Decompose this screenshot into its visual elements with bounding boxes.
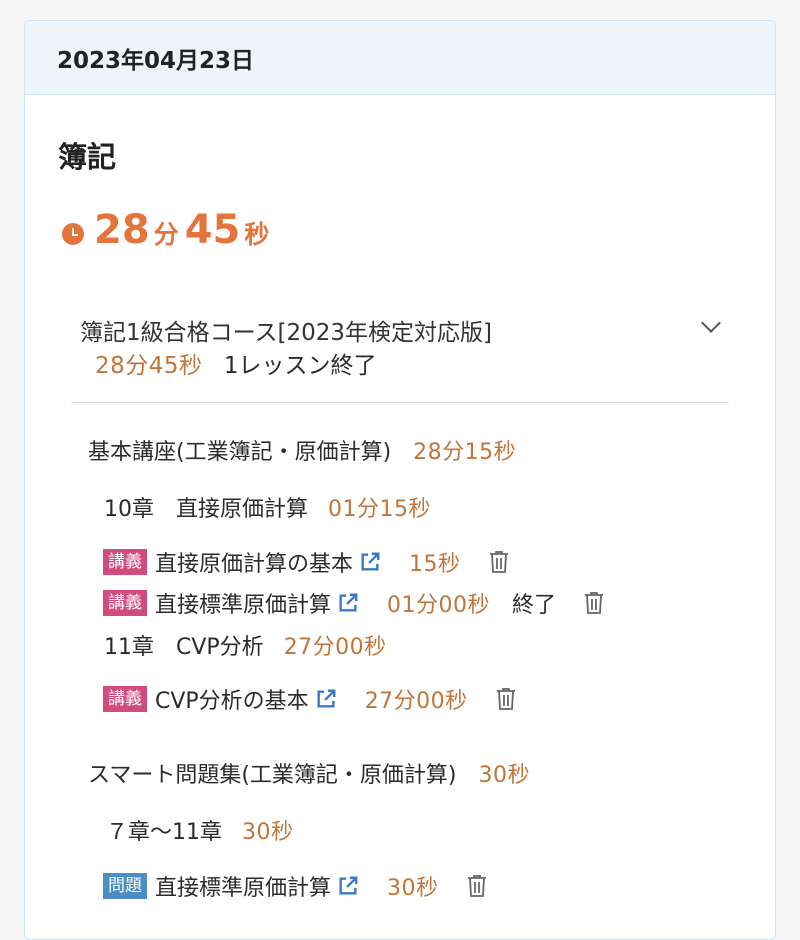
clock-icon (62, 223, 84, 245)
seconds-unit: 秒 (244, 220, 270, 249)
lesson-title[interactable]: CVP分析の基本 (155, 683, 309, 715)
lecture-badge: 講義 (103, 590, 147, 616)
chapter-label: ７章〜11章 (106, 820, 222, 845)
lesson-time: 01分00秒 (387, 593, 491, 618)
chapter-title: 11章 CVP分析 27分00秒 (104, 629, 387, 661)
total-time: 28 分 45 秒 (62, 207, 275, 253)
card-header: 2023年04月23日 (25, 21, 775, 95)
section-title: スマート問題集(工業簿記・原価計算) 30秒 (88, 757, 530, 789)
total-seconds: 45 (184, 207, 241, 253)
course-status: 1レッスン終了 (223, 353, 377, 379)
chevron-down-icon[interactable] (693, 309, 729, 345)
external-link-icon[interactable] (315, 688, 337, 710)
chapter-time: 30秒 (242, 820, 294, 845)
lecture-badge: 講義 (103, 686, 147, 712)
lesson-title[interactable]: 直接標準原価計算 (155, 870, 331, 902)
external-link-icon[interactable] (359, 551, 381, 573)
date-heading: 2023年04月23日 (57, 47, 255, 74)
section-time: 28分15秒 (413, 440, 517, 465)
total-minutes: 28 (94, 207, 150, 253)
chapter-title: 10章 直接原価計算 01分15秒 (104, 491, 431, 523)
lesson-time: 27分00秒 (364, 689, 468, 714)
external-link-icon[interactable] (337, 875, 359, 897)
course-summary: 28分45秒 1レッスン終了 (95, 346, 377, 380)
chapter-label: 10章 直接原価計算 (104, 497, 308, 522)
chapter-title: ７章〜11章 30秒 (106, 814, 294, 846)
study-log-card: 2023年04月23日 簿記 28 分 45 秒 簿記1級合格コース[2023年… (24, 20, 776, 940)
lesson-title[interactable]: 直接原価計算の基本 (155, 546, 353, 578)
question-badge: 問題 (103, 873, 147, 899)
external-link-icon[interactable] (337, 592, 359, 614)
section-label: スマート問題集(工業簿記・原価計算) (88, 763, 457, 788)
trash-icon[interactable] (496, 687, 516, 711)
lesson-status: 終了 (512, 593, 557, 618)
course-time: 28分45秒 (95, 353, 203, 379)
lesson-row: 問題 直接標準原価計算 30秒 (103, 870, 487, 902)
lesson-row: 講義 直接標準原価計算 01分00秒 終了 (103, 587, 604, 619)
trash-icon[interactable] (489, 550, 509, 574)
chapter-time: 27分00秒 (283, 635, 387, 660)
minutes-unit: 分 (153, 220, 179, 249)
section-title: 基本講座(工業簿記・原価計算) 28分15秒 (88, 434, 516, 466)
section-time: 30秒 (478, 763, 531, 788)
lesson-row: 講義 直接原価計算の基本 15秒 (103, 546, 509, 578)
trash-icon[interactable] (584, 591, 604, 615)
section-label: 基本講座(工業簿記・原価計算) (88, 440, 392, 465)
lesson-time: 30秒 (387, 876, 439, 901)
subject-title: 簿記 (58, 140, 117, 174)
divider (71, 402, 729, 403)
lesson-row: 講義 CVP分析の基本 27分00秒 (103, 683, 516, 715)
chapter-time: 01分15秒 (328, 497, 431, 522)
chapter-label: 11章 CVP分析 (104, 635, 264, 660)
course-title[interactable]: 簿記1級合格コース[2023年検定対応版] (80, 313, 492, 347)
lesson-title[interactable]: 直接標準原価計算 (155, 587, 331, 619)
trash-icon[interactable] (467, 874, 487, 898)
lecture-badge: 講義 (103, 549, 147, 575)
lesson-time: 15秒 (409, 552, 461, 577)
